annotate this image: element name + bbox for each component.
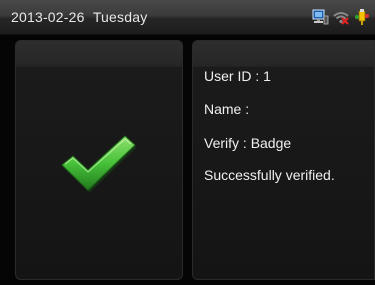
status-icons (311, 7, 371, 27)
verify-value: Badge (250, 135, 292, 151)
name-line: Name : (204, 101, 249, 117)
status-date: 2013-02-26 Tuesday (11, 9, 147, 25)
user-id-line: User ID : 1 (204, 68, 271, 84)
device-screen: 2013-02-26 Tuesday User ID: 1 Name: Ve… (0, 0, 375, 285)
date-text: 2013-02-26 (11, 9, 85, 25)
status-bar: 2013-02-26 Tuesday (0, 0, 375, 35)
verify-label: Verify : (204, 135, 247, 151)
result-panel (15, 40, 183, 280)
name-label: Name : (204, 101, 250, 117)
user-id-value: 1 (263, 68, 271, 84)
verification-message: Successfully verified. (204, 167, 335, 183)
checkmark-icon (61, 135, 137, 193)
wifi-disabled-icon (332, 8, 350, 26)
usb-icon (353, 8, 371, 26)
info-panel: User ID : 1 Name : Verify : Badge Succes… (192, 40, 375, 280)
network-icon (311, 8, 329, 26)
verify-line: Verify : Badge (204, 135, 291, 151)
weekday-text: Tuesday (92, 9, 148, 25)
user-id-label: User ID : (204, 68, 260, 84)
